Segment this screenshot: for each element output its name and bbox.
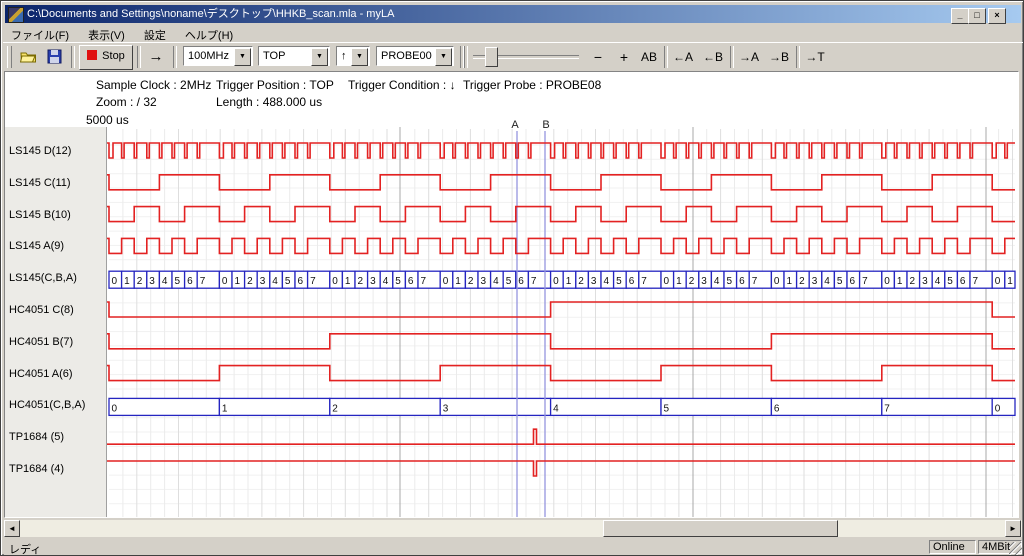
channel-label: HC4051 B(7) (9, 336, 73, 348)
toolbar-grip (7, 46, 12, 68)
trigger-condition-text: Trigger Condition : ↓ (348, 78, 456, 92)
scrollbar-thumb[interactable] (603, 520, 838, 537)
channel-label: LS145 A(9) (9, 240, 64, 252)
trigger-position-text: Trigger Position : TOP (216, 78, 334, 92)
toolbar-separator (137, 46, 141, 68)
zoom-slider-thumb[interactable] (485, 47, 498, 67)
channel-label: HC4051 C(8) (9, 304, 74, 316)
stop-square-icon (87, 50, 97, 60)
floppy-disk-icon (47, 49, 62, 64)
zoom-out-button[interactable]: − (587, 47, 609, 67)
clock-value: 100MHz (188, 50, 229, 62)
channel-label: HC4051 A(6) (9, 368, 73, 380)
channel-label: LS145 C(11) (9, 177, 71, 189)
trigger-edge-select[interactable]: ↑ ▼ (336, 46, 370, 66)
chevron-down-icon[interactable]: ▼ (234, 48, 251, 66)
waveform-panel (4, 71, 1019, 518)
label-plot-divider (106, 127, 107, 517)
goto-cursor-a-button[interactable]: ←A (669, 47, 697, 67)
channel-label: TP1684 (5) (9, 431, 64, 443)
window-title: C:\Documents and Settings\noname\デスクトップ\… (27, 5, 957, 23)
trigger-position-value: TOP (263, 50, 285, 62)
time-scale-label: 5000 us (86, 113, 129, 127)
sample-clock-text: Sample Clock : 2MHz (96, 78, 211, 92)
stop-button[interactable]: Stop (79, 45, 133, 70)
scroll-left-button[interactable]: ◄ (4, 520, 20, 537)
chevron-down-icon[interactable]: ▼ (435, 48, 452, 66)
toolbar: Stop → 100MHz ▼ TOP ▼ ↑ ▼ PROBE00 ▼ − + … (3, 42, 1023, 72)
menu-bar: ファイル(F) 表示(V) 設定 ヘルプ(H) (3, 25, 1023, 42)
chevron-down-icon[interactable]: ▼ (351, 48, 368, 66)
set-cursor-b-button[interactable]: →B (765, 47, 793, 67)
trigger-probe-text: Trigger Probe : PROBE08 (463, 78, 601, 92)
channel-label: LS145 D(12) (9, 145, 71, 157)
channel-label: HC4051(C,B,A) (9, 399, 85, 411)
chevron-down-icon[interactable]: ▼ (311, 48, 328, 66)
close-button[interactable]: × (988, 8, 1006, 24)
title-bar[interactable]: C:\Documents and Settings\noname\デスクトップ\… (5, 5, 1021, 23)
goto-trigger-button[interactable]: →T (801, 47, 829, 67)
ab-button[interactable]: AB (637, 47, 661, 67)
length-text: Length : 488.000 us (216, 95, 322, 109)
app-window: C:\Documents and Settings\noname\デスクトップ\… (0, 0, 1024, 556)
toolbar-separator (173, 46, 177, 68)
probe-select[interactable]: PROBE00 ▼ (376, 46, 454, 66)
stop-label: Stop (102, 50, 125, 62)
minimize-button[interactable]: _ (951, 8, 969, 24)
channel-label: LS145(C,B,A) (9, 272, 77, 284)
scroll-right-button[interactable]: ► (1005, 520, 1021, 537)
trigger-edge-value: ↑ (341, 50, 347, 62)
save-button[interactable] (41, 45, 67, 70)
status-bar: レディ Online 4MBit (4, 539, 1022, 555)
open-folder-icon (20, 49, 37, 64)
channel-label: LS145 B(10) (9, 209, 71, 221)
toolbar-separator (464, 46, 468, 68)
open-button[interactable] (15, 45, 41, 70)
run-button[interactable]: → (143, 47, 169, 67)
horizontal-scrollbar[interactable]: ◄ ► (4, 520, 1022, 537)
zoom-in-button[interactable]: + (613, 47, 635, 67)
online-status-badge: Online (929, 540, 976, 554)
zoom-text: Zoom : / 32 (96, 95, 157, 109)
toolbar-separator (71, 46, 75, 68)
set-cursor-a-button[interactable]: →A (735, 47, 763, 67)
app-icon (8, 7, 24, 23)
status-ready-text: レディ (9, 541, 41, 556)
trigger-position-select[interactable]: TOP ▼ (258, 46, 330, 66)
resize-grip[interactable] (1009, 542, 1022, 555)
channel-label: TP1684 (4) (9, 463, 64, 475)
toolbar-separator (796, 46, 800, 68)
probe-value: PROBE00 (381, 50, 432, 62)
clock-select[interactable]: 100MHz ▼ (183, 46, 253, 66)
maximize-button[interactable]: □ (968, 8, 986, 24)
toolbar-separator (664, 46, 668, 68)
toolbar-separator (730, 46, 734, 68)
goto-cursor-b-button[interactable]: ←B (699, 47, 727, 67)
